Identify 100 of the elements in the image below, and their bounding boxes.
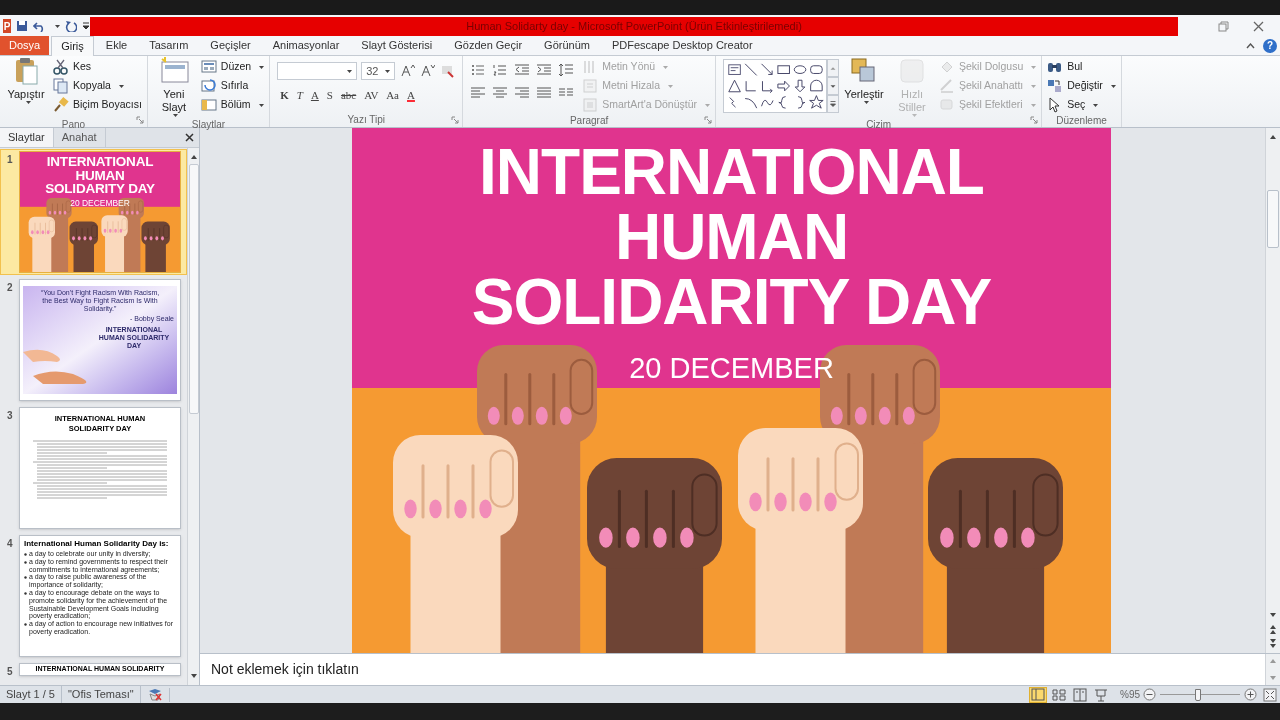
ribbon-tab[interactable]: Slayt Gösterisi: [351, 36, 443, 55]
ribbon-tab[interactable]: Geçişler: [200, 36, 261, 55]
bullet-list-icon[interactable]: [470, 62, 487, 78]
ribbon-tab[interactable]: Gözden Geçir: [444, 36, 533, 55]
format-button[interactable]: A: [307, 86, 322, 104]
dialog-launcher-icon[interactable]: [704, 116, 712, 124]
zoom-level[interactable]: %95: [1120, 687, 1140, 702]
align-left-icon[interactable]: [470, 85, 487, 101]
ribbon-tab[interactable]: Görünüm: [534, 36, 600, 55]
align-right-icon[interactable]: [514, 85, 531, 101]
bullet-icon: [24, 576, 27, 580]
grow-font-icon[interactable]: [399, 63, 416, 79]
caret-icon: [385, 69, 391, 73]
ribbon-button[interactable]: Yerleştir: [841, 56, 887, 118]
normal-view-icon[interactable]: [1029, 686, 1047, 703]
zoom-slider[interactable]: [1160, 688, 1240, 701]
format-button[interactable]: Aa: [383, 86, 402, 104]
format-button[interactable]: T: [293, 86, 306, 104]
help-button[interactable]: ?: [1263, 39, 1277, 53]
caret-icon: [1110, 84, 1116, 88]
redo-icon[interactable]: [65, 20, 77, 32]
customize-icon[interactable]: [82, 22, 90, 30]
previous-slide-icon[interactable]: [1268, 623, 1278, 635]
dialog-launcher-icon[interactable]: [1030, 116, 1039, 124]
reading-view-icon[interactable]: [1071, 686, 1089, 703]
format-button[interactable]: abc: [338, 86, 360, 104]
format-button[interactable]: K: [277, 86, 292, 104]
dialog-launcher-icon[interactable]: [135, 116, 144, 124]
smartart-icon: [582, 97, 599, 113]
font-size-field[interactable]: 32: [361, 62, 396, 80]
ribbon-button[interactable]: Sıfırla: [198, 77, 267, 95]
slide-title: INTERNATIONAL: [479, 140, 984, 205]
ribbon-button[interactable]: Yeni Slayt: [150, 56, 197, 118]
slide-title: HUMAN: [75, 168, 125, 182]
restore-icon[interactable]: [1218, 20, 1229, 32]
ribbon-button[interactable]: Değiştir: [1045, 77, 1118, 95]
ribbon-button[interactable]: Seç: [1045, 96, 1118, 114]
ribbon-button[interactable]: Düzen: [198, 58, 267, 76]
ribbon-button[interactable]: Bölüm: [198, 96, 267, 114]
collapse-ribbon-icon[interactable]: [1246, 43, 1255, 49]
slide-number: 3: [7, 409, 14, 423]
ribbon-button[interactable]: Kopyala: [51, 77, 144, 95]
next-slide-icon[interactable]: [1268, 638, 1278, 650]
effects-icon: [939, 97, 955, 113]
shape-gallery[interactable]: [723, 59, 827, 113]
format-button[interactable]: S: [323, 86, 336, 104]
panel-tab[interactable]: Slaytlar: [0, 128, 54, 147]
caret-icon: [259, 65, 265, 69]
quick-styles-icon: [897, 56, 927, 86]
copy-icon: [53, 78, 69, 94]
slide-thumbnail[interactable]: [20, 536, 180, 656]
slide-counter: Slayt 1 / 5: [0, 686, 62, 703]
spell-check-icon[interactable]: [146, 687, 163, 702]
slide-sorter-icon[interactable]: [1050, 686, 1068, 703]
clear-format-icon[interactable]: [439, 63, 456, 79]
theme-name: "Ofis Teması": [61, 686, 141, 703]
decrease-indent-icon[interactable]: [514, 62, 531, 78]
zoom-in-icon[interactable]: [1244, 688, 1257, 701]
ribbon-button[interactable]: Kes: [51, 58, 144, 76]
caret-icon: [347, 69, 353, 73]
scroll-thumb[interactable]: [1267, 190, 1279, 248]
shrink-font-icon[interactable]: [419, 63, 436, 79]
ribbon-tab[interactable]: Animasyonlar: [262, 36, 350, 55]
undo-icon[interactable]: [33, 20, 46, 32]
justify-icon[interactable]: [536, 85, 553, 101]
caret-icon: [25, 101, 31, 104]
numbered-list-icon[interactable]: [492, 62, 509, 78]
ribbon-button[interactable]: Bul: [1045, 58, 1118, 76]
scrollbar[interactable]: [187, 148, 199, 685]
close-icon[interactable]: [1253, 20, 1264, 32]
ribbon-button[interactable]: Yapıştır: [3, 56, 49, 118]
ribbon-tab[interactable]: Giriş: [51, 36, 94, 56]
ribbon-tab[interactable]: Tasarım: [139, 36, 199, 55]
format-button[interactable]: AV: [361, 86, 382, 104]
group-label: Pano: [61, 118, 86, 131]
ribbon-tab[interactable]: Dosya: [0, 36, 50, 55]
scissors-icon: [53, 59, 69, 75]
fit-to-window-icon[interactable]: [1263, 687, 1277, 702]
dialog-launcher-icon[interactable]: [451, 116, 460, 124]
slide-thumbnail[interactable]: INTERNATIONAL HUMAN SOLIDARITY DAY 20 DECEMBER: [20, 152, 180, 272]
group-label: Slaytlar: [191, 118, 226, 131]
font-name-field[interactable]: [277, 62, 358, 80]
align-center-icon[interactable]: [492, 85, 509, 101]
line-spacing-icon[interactable]: [558, 62, 575, 78]
save-icon[interactable]: [16, 20, 28, 32]
format-button[interactable]: A: [404, 86, 418, 104]
scroll-thumb[interactable]: [188, 164, 199, 414]
ribbon-tab[interactable]: PDFescape Desktop Creator: [601, 36, 763, 55]
increase-indent-icon[interactable]: [536, 62, 553, 78]
scrollbar[interactable]: [1265, 128, 1280, 653]
caret-icon: [1093, 103, 1099, 107]
ribbon-tab[interactable]: Ekle: [95, 36, 138, 55]
replace-icon: [1047, 78, 1064, 94]
slide-show-icon[interactable]: [1092, 686, 1110, 703]
caret-icon: [1031, 84, 1037, 88]
zoom-out-icon[interactable]: [1143, 688, 1156, 701]
slider-thumb[interactable]: [1194, 688, 1201, 701]
close-icon[interactable]: [185, 133, 194, 142]
more-icon[interactable]: [827, 95, 839, 113]
ribbon-button[interactable]: Biçim Boyacısı: [51, 96, 144, 114]
